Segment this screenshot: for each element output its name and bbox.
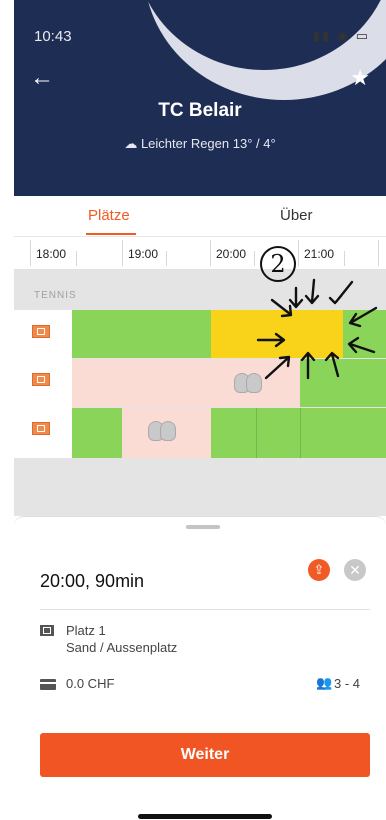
court-icon (40, 625, 54, 636)
booking-sheet: 20:00, 90min ⇪ ✕ Platz 1 Sand / Aussenpl… (14, 516, 386, 820)
slot-available[interactable] (211, 408, 386, 458)
status-icons: ▮▮ ◉ ▭ (312, 28, 370, 43)
player-count: 3 - 4 (334, 676, 361, 691)
time-label: 20:00 (216, 247, 247, 261)
active-tab-indicator (86, 233, 136, 235)
rain-cloud-icon: ☁ (124, 136, 138, 151)
annotation-step-2: 2 (260, 246, 296, 282)
time-label: 18:00 (36, 247, 67, 261)
booking-price: 0.0 CHF (66, 676, 115, 691)
players-icon: 👥 (316, 675, 333, 690)
blurred-date (40, 545, 180, 561)
players-avatar-icon (148, 421, 180, 443)
sheet-grabber[interactable] (186, 525, 220, 529)
time-label: 21:00 (304, 247, 335, 261)
booking-time: 20:00, 90min (40, 571, 145, 591)
weather-info: ☁ Leichter Regen 13° / 4° (14, 136, 386, 152)
court-surface: Sand / Aussenplatz (66, 640, 178, 655)
section-label: TENNIS (34, 290, 77, 301)
tab-bar: Plätze Über (14, 196, 386, 237)
slot-available[interactable] (300, 359, 386, 407)
slot-available[interactable] (72, 408, 122, 458)
tab-plaetze[interactable]: Plätze (88, 207, 130, 224)
slot-selected[interactable] (211, 310, 343, 358)
credit-card-icon (40, 679, 56, 690)
players-avatar-icon (234, 373, 266, 395)
court-icon (32, 373, 50, 386)
club-header: 10:43 ▮▮ ◉ ▭ ← ★ TC Belair ☁ Leichter Re… (14, 0, 386, 196)
slot-available[interactable] (72, 310, 211, 358)
divider (40, 609, 370, 610)
close-icon[interactable]: ✕ (344, 559, 366, 581)
court-column (14, 310, 72, 458)
home-indicator (138, 814, 272, 819)
favorite-star-icon[interactable]: ★ (350, 66, 370, 90)
back-arrow-icon[interactable]: ← (30, 66, 54, 90)
tab-ueber[interactable]: Über (280, 207, 313, 224)
court-icon (32, 325, 50, 338)
continue-button[interactable]: Weiter (40, 733, 370, 777)
club-title: TC Belair (158, 100, 242, 121)
court-icon (32, 422, 50, 435)
slot-available[interactable] (343, 310, 386, 358)
status-time: 10:43 (34, 28, 72, 45)
court-name: Platz 1 (66, 623, 106, 638)
weather-text: Leichter Regen 13° / 4° (140, 136, 276, 151)
app-screen: 10:43 ▮▮ ◉ ▭ ← ★ TC Belair ☁ Leichter Re… (14, 0, 386, 820)
share-icon[interactable]: ⇪ (308, 559, 330, 581)
time-axis[interactable]: 18:00 19:00 20:00 21:00 (14, 237, 386, 270)
time-label: 19:00 (128, 247, 159, 261)
